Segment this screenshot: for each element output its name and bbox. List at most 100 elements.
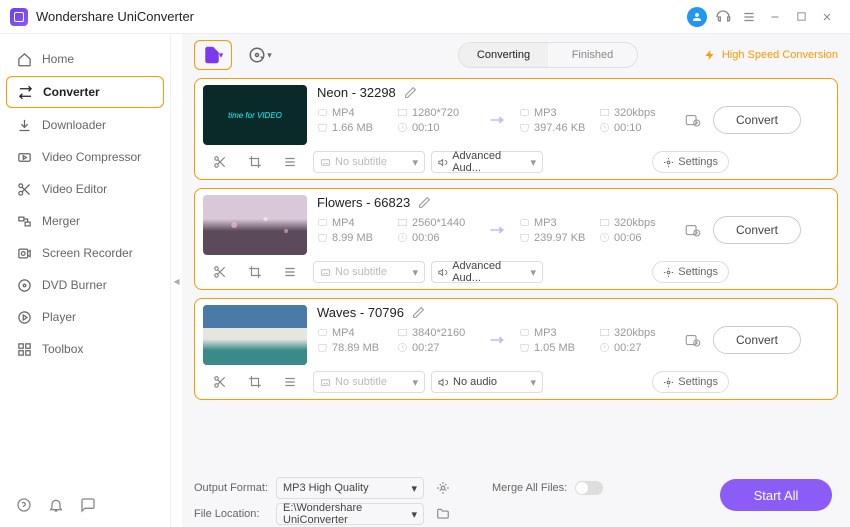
play-icon — [16, 309, 32, 325]
thumbnail[interactable] — [203, 305, 307, 365]
sidebar-item-home[interactable]: Home — [6, 44, 164, 74]
merge-toggle[interactable] — [575, 481, 603, 495]
merger-icon — [16, 213, 32, 229]
high-speed-link[interactable]: High Speed Conversion — [704, 49, 838, 61]
sidebar-item-label: Video Compressor — [42, 150, 141, 164]
convert-button[interactable]: Convert — [713, 216, 801, 244]
thumbnail[interactable] — [203, 85, 307, 145]
sidebar-item-player[interactable]: Player — [6, 302, 164, 332]
file-card: Flowers - 66823 MP4 8.99 MB 2560*1440 00… — [194, 188, 838, 290]
support-icon[interactable] — [710, 4, 736, 30]
sidebar-item-label: Video Editor — [42, 182, 107, 196]
src-format: MP4 — [317, 327, 391, 339]
bell-icon[interactable] — [48, 497, 66, 515]
sidebar-item-recorder[interactable]: Screen Recorder — [6, 238, 164, 268]
merge-label: Merge All Files: — [492, 482, 567, 494]
effect-icon[interactable] — [282, 374, 298, 390]
start-all-button[interactable]: Start All — [720, 479, 832, 511]
output-settings-icon[interactable] — [679, 331, 707, 349]
convert-arrow-icon — [483, 113, 513, 127]
add-dvd-button[interactable]: ▾ — [242, 40, 278, 70]
sidebar-item-label: Converter — [43, 85, 100, 99]
crop-icon[interactable] — [247, 264, 263, 280]
file-title: Neon - 32298 — [317, 85, 396, 100]
trim-icon[interactable] — [212, 374, 228, 390]
recorder-icon — [16, 245, 32, 261]
subtitle-select[interactable]: No subtitle▾ — [313, 151, 425, 173]
crop-icon[interactable] — [247, 374, 263, 390]
browse-folder-icon[interactable] — [432, 503, 454, 525]
convert-button[interactable]: Convert — [713, 106, 801, 134]
src-duration: 00:06 — [397, 232, 477, 244]
sidebar-item-merger[interactable]: Merger — [6, 206, 164, 236]
subtitle-select[interactable]: No subtitle▾ — [313, 261, 425, 283]
add-file-button[interactable]: ▾ — [194, 40, 232, 70]
high-speed-label: High Speed Conversion — [722, 49, 838, 61]
sidebar-item-toolbox[interactable]: Toolbox — [6, 334, 164, 364]
thumbnail[interactable] — [203, 195, 307, 255]
help-icon[interactable] — [16, 497, 34, 515]
item-settings-button[interactable]: Settings — [652, 151, 729, 173]
sidebar-item-converter[interactable]: Converter — [6, 76, 164, 108]
sidebar-item-label: Screen Recorder — [42, 246, 133, 260]
output-settings-icon[interactable] — [432, 477, 454, 499]
sidebar: Home Converter Downloader Video Compress… — [0, 34, 170, 527]
trim-icon[interactable] — [212, 264, 228, 280]
rename-icon[interactable] — [412, 306, 425, 319]
src-format: MP4 — [317, 107, 391, 119]
src-duration: 00:27 — [397, 342, 477, 354]
file-card: Neon - 32298 MP4 1.66 MB 1280*720 00:10 … — [194, 78, 838, 180]
disc-icon — [16, 277, 32, 293]
audio-select[interactable]: No audio▾ — [431, 371, 543, 393]
crop-icon[interactable] — [247, 154, 263, 170]
maximize-icon[interactable] — [788, 4, 814, 30]
effect-icon[interactable] — [282, 154, 298, 170]
src-size: 1.66 MB — [317, 122, 391, 134]
src-size: 78.89 MB — [317, 342, 391, 354]
account-avatar[interactable] — [684, 4, 710, 30]
audio-select[interactable]: Advanced Aud...▾ — [431, 151, 543, 173]
output-settings-icon[interactable] — [679, 111, 707, 129]
sidebar-collapse-icon[interactable]: ◂ — [170, 34, 182, 527]
item-settings-button[interactable]: Settings — [652, 371, 729, 393]
dst-bitrate: 320kbps — [599, 327, 673, 339]
minimize-icon[interactable] — [762, 4, 788, 30]
dst-duration: 00:27 — [599, 342, 673, 354]
sidebar-item-label: Toolbox — [42, 342, 83, 356]
item-settings-button[interactable]: Settings — [652, 261, 729, 283]
src-format: MP4 — [317, 217, 391, 229]
sidebar-item-editor[interactable]: Video Editor — [6, 174, 164, 204]
file-list: Neon - 32298 MP4 1.66 MB 1280*720 00:10 … — [182, 76, 850, 473]
main-panel: ▾ ▾ Converting Finished High Speed Conve… — [182, 34, 850, 527]
rename-icon[interactable] — [418, 196, 431, 209]
download-icon — [16, 117, 32, 133]
dst-format: MP3 — [519, 107, 593, 119]
convert-button[interactable]: Convert — [713, 326, 801, 354]
file-location-select[interactable]: E:\Wondershare UniConverter▾ — [276, 503, 424, 525]
audio-select[interactable]: Advanced Aud...▾ — [431, 261, 543, 283]
trim-icon[interactable] — [212, 154, 228, 170]
sidebar-item-dvd[interactable]: DVD Burner — [6, 270, 164, 300]
effect-icon[interactable] — [282, 264, 298, 280]
output-settings-icon[interactable] — [679, 221, 707, 239]
compressor-icon — [16, 149, 32, 165]
sidebar-item-compressor[interactable]: Video Compressor — [6, 142, 164, 172]
tab-converting[interactable]: Converting — [459, 43, 548, 67]
sidebar-item-label: DVD Burner — [42, 278, 107, 292]
feedback-icon[interactable] — [80, 497, 98, 515]
toolbar: ▾ ▾ Converting Finished High Speed Conve… — [182, 34, 850, 76]
app-title: Wondershare UniConverter — [36, 9, 194, 24]
rename-icon[interactable] — [404, 86, 417, 99]
tab-finished[interactable]: Finished — [548, 43, 637, 67]
subtitle-select[interactable]: No subtitle▾ — [313, 371, 425, 393]
close-icon[interactable] — [814, 4, 840, 30]
sidebar-item-label: Home — [42, 52, 74, 66]
sidebar-item-downloader[interactable]: Downloader — [6, 110, 164, 140]
dst-bitrate: 320kbps — [599, 107, 673, 119]
dst-bitrate: 320kbps — [599, 217, 673, 229]
toolbox-icon — [16, 341, 32, 357]
output-format-select[interactable]: MP3 High Quality▾ — [276, 477, 424, 499]
src-size: 8.99 MB — [317, 232, 391, 244]
menu-icon[interactable] — [736, 4, 762, 30]
sidebar-item-label: Merger — [42, 214, 80, 228]
